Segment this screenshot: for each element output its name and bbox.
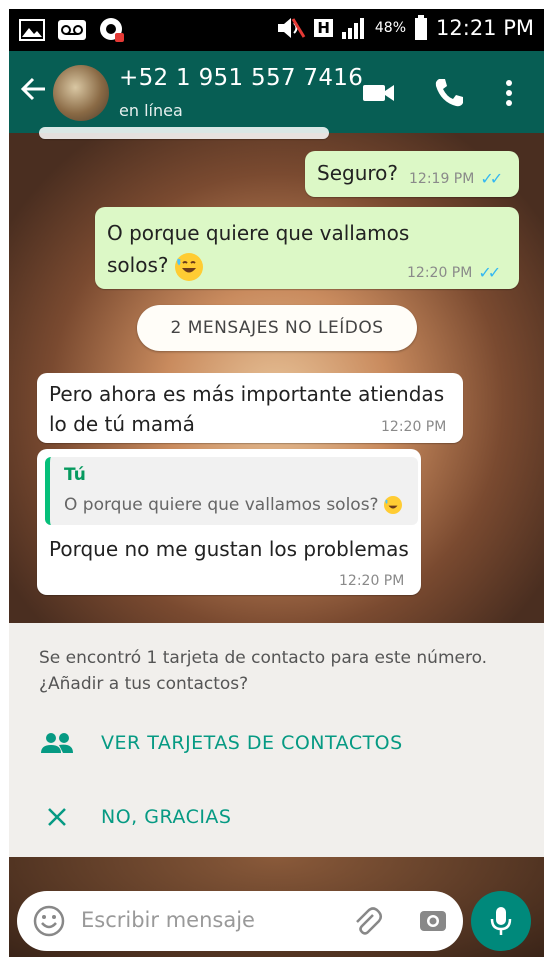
microphone-icon	[490, 907, 512, 935]
message-text: Porque no me gustan los problemas	[49, 537, 409, 561]
unread-messages-divider: 2 MENSAJES NO LEÍDOS	[137, 305, 417, 351]
chat-header: +52 1 951 557 7416 en línea	[9, 51, 544, 133]
view-contact-cards-label: VER TARJETAS DE CONTACTOS	[101, 732, 403, 754]
status-bar: H 48% 12:21 PM	[9, 9, 544, 51]
composer-area: Escribir mensaje	[9, 857, 544, 957]
message-input-bar[interactable]: Escribir mensaje	[17, 891, 463, 951]
message-time: 12:20 PM	[339, 573, 405, 589]
signal-icon	[341, 18, 364, 39]
message-bubble-incoming-reply[interactable]: Tú O porque quiere que vallamos solos? P…	[37, 449, 421, 595]
contact-status: en línea	[119, 101, 183, 120]
microphone-button[interactable]	[471, 891, 531, 951]
quoted-text: O porque quiere que vallamos solos?	[64, 495, 402, 515]
grinning-sweat-emoji-icon	[383, 496, 402, 514]
message-text: Seguro?	[317, 161, 399, 185]
dismiss-contact-card-button[interactable]: NO, GRACIAS	[39, 805, 232, 829]
message-meta: 12:20 PM ✓✓	[407, 263, 501, 282]
back-arrow-icon[interactable]	[19, 75, 47, 109]
battery-percent: 48%	[374, 20, 407, 36]
read-ticks-icon: ✓✓	[480, 169, 503, 188]
message-bubble-incoming[interactable]: Pero ahora es más importante atiendas lo…	[37, 373, 463, 443]
grinning-sweat-emoji-icon	[174, 252, 203, 281]
dismiss-label: NO, GRACIAS	[101, 806, 232, 828]
message-time: 12:19 PM	[409, 170, 475, 187]
contacts-group-icon	[41, 733, 73, 753]
camera-icon[interactable]	[417, 905, 449, 937]
message-text-line1: O porque quiere que vallamos	[107, 221, 410, 245]
message-time: 12:20 PM	[407, 264, 473, 281]
voice-call-icon[interactable]	[431, 75, 467, 111]
message-bubble-partial	[39, 127, 329, 139]
message-text-line2: solos?	[107, 253, 169, 277]
message-input[interactable]: Escribir mensaje	[81, 908, 255, 932]
system-icons: H 48% 12:21 PM	[276, 15, 534, 41]
read-ticks-icon: ✓✓	[478, 263, 501, 282]
gallery-icon	[19, 19, 45, 41]
message-text-line1: Pero ahora es más importante atiendas	[49, 382, 445, 406]
chat-messages[interactable]: Seguro? 12:19 PM ✓✓ O porque quiere que …	[9, 127, 544, 623]
app-notification-icon	[100, 18, 124, 42]
view-contact-cards-button[interactable]: VER TARJETAS DE CONTACTOS	[39, 731, 403, 755]
close-icon	[48, 808, 66, 826]
message-bubble-outgoing[interactable]: O porque quiere que vallamos solos? 12:2…	[95, 207, 519, 289]
video-call-icon[interactable]	[361, 75, 397, 111]
attach-icon[interactable]	[351, 905, 383, 937]
emoji-icon[interactable]	[33, 905, 65, 937]
message-text-line2: lo de tú mamá	[49, 412, 195, 436]
quoted-message[interactable]: Tú O porque quiere que vallamos solos?	[45, 457, 418, 525]
message-bubble-outgoing[interactable]: Seguro? 12:19 PM ✓✓	[305, 151, 519, 197]
network-type-badge: H	[314, 19, 333, 37]
phone-screen: H 48% 12:21 PM +52 1 951 557 7416 en lín…	[9, 9, 544, 957]
contact-card-text: Se encontró 1 tarjeta de contacto para e…	[39, 648, 488, 694]
contact-card-prompt: Se encontró 1 tarjeta de contacto para e…	[9, 623, 544, 857]
contact-name[interactable]: +52 1 951 557 7416	[119, 65, 363, 91]
contact-avatar[interactable]	[53, 65, 109, 121]
notification-icons	[19, 17, 125, 43]
message-time: 12:20 PM	[381, 419, 447, 435]
mute-icon	[278, 18, 306, 38]
message-meta: 12:19 PM ✓✓	[409, 169, 503, 188]
status-time: 12:21 PM	[436, 16, 534, 40]
voicemail-icon	[58, 20, 86, 40]
more-options-icon[interactable]	[499, 75, 535, 111]
battery-icon	[415, 15, 428, 40]
quoted-author: Tú	[64, 465, 86, 485]
